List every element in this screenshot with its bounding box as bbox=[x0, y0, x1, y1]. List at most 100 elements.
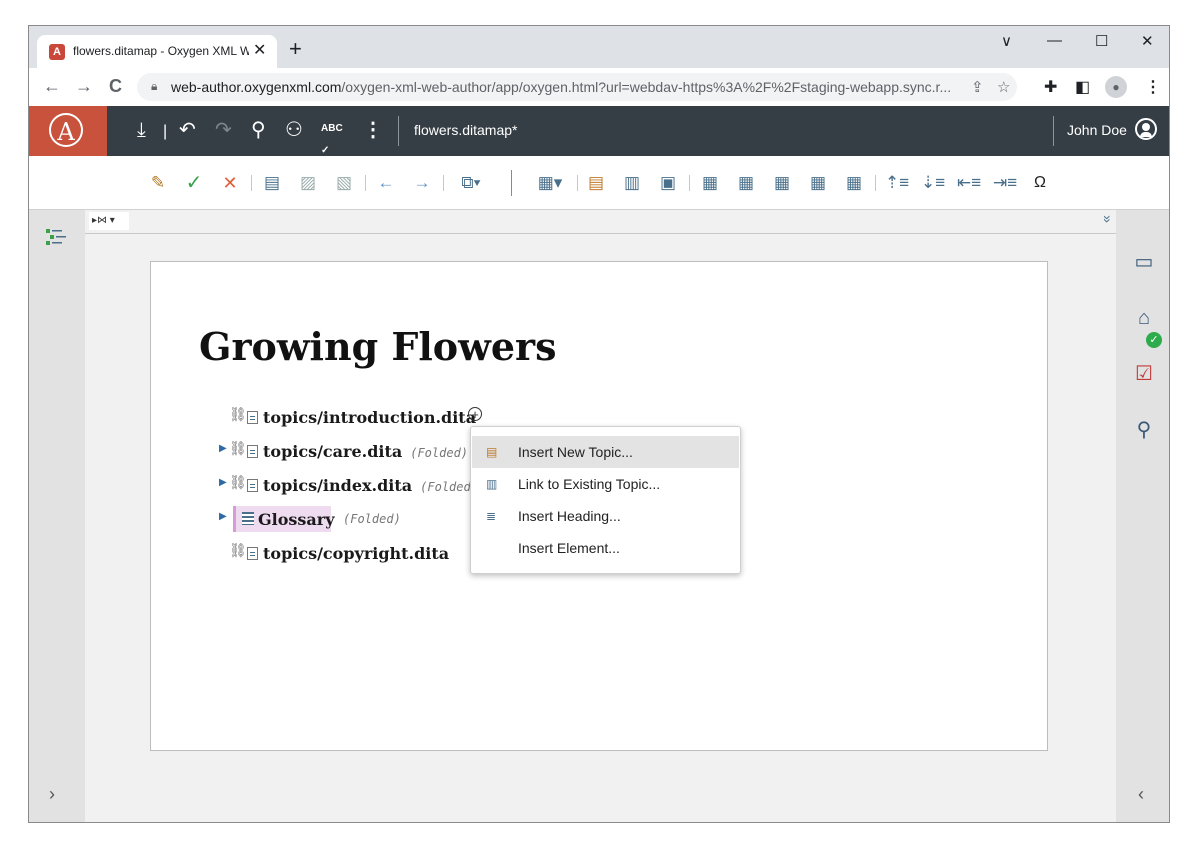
previous-change-icon[interactable]: ← bbox=[375, 172, 397, 194]
new-topic-icon[interactable]: ▤ bbox=[585, 172, 607, 194]
user-name[interactable]: John Doe bbox=[1067, 122, 1127, 138]
review-icon[interactable]: ⚇ bbox=[285, 119, 303, 141]
add-comment-icon[interactable]: ▤ bbox=[261, 172, 283, 194]
oxygen-logo[interactable]: A bbox=[29, 106, 107, 156]
glossary-heading[interactable]: Glossary bbox=[233, 506, 335, 532]
breadcrumb-item[interactable]: ▸⋈ ▾ bbox=[89, 212, 129, 230]
topic-icon bbox=[247, 479, 258, 492]
key-reference-icon[interactable]: ▣ bbox=[657, 172, 679, 194]
menu-item-label: Link to Existing Topic... bbox=[518, 476, 661, 492]
browser-tab[interactable]: A flowers.ditamap - Oxygen XML W ✕ bbox=[37, 35, 277, 68]
new-tab-button[interactable]: + bbox=[289, 38, 302, 60]
insert-context-menu: ▤ Insert New Topic... ▥ Link to Existing… bbox=[470, 426, 741, 574]
expand-left-panel-icon[interactable]: › bbox=[49, 784, 55, 805]
expand-triangle-icon[interactable]: ▶ bbox=[219, 477, 227, 488]
menu-item-insert-element[interactable]: Insert Element... bbox=[472, 532, 739, 564]
oxygen-favicon-icon: A bbox=[49, 44, 65, 60]
tab-search-icon[interactable]: ∨ bbox=[1001, 32, 1012, 50]
reload-button[interactable]: C bbox=[109, 76, 122, 96]
forward-button[interactable]: → bbox=[75, 76, 93, 96]
download-icon[interactable]: ⤓ bbox=[137, 119, 146, 141]
url-bar[interactable]: 🔒︎ web-author.oxygenxml.com/oxygen-xml-w… bbox=[137, 73, 1017, 101]
delete-column-icon[interactable]: ▦ bbox=[807, 172, 829, 194]
folded-label: (Folded) bbox=[410, 446, 469, 460]
left-side-panel: › bbox=[29, 210, 85, 822]
topicref-label: topics/copyright.dita bbox=[263, 544, 450, 563]
link-icon: ⛓︎ bbox=[229, 441, 247, 457]
link-icon: ⛓︎ bbox=[229, 475, 247, 491]
link-icon: ⛓︎ bbox=[229, 407, 247, 423]
insert-plus-icon[interactable]: + bbox=[468, 407, 482, 421]
insert-row-below-icon[interactable]: ▦ bbox=[735, 172, 757, 194]
toolbar-separator bbox=[443, 175, 444, 191]
lock-icon: 🔒︎ bbox=[151, 79, 158, 93]
minimize-button[interactable]: — bbox=[1047, 32, 1062, 49]
promote-icon[interactable]: ⇤≡ bbox=[957, 172, 981, 194]
toolbar-separator bbox=[365, 175, 366, 191]
tab-close-icon[interactable]: ✕ bbox=[253, 42, 266, 60]
edit-comment-icon[interactable]: ▨ bbox=[297, 172, 319, 194]
toolbar-separator bbox=[689, 175, 690, 191]
toolbar-separator bbox=[577, 175, 578, 191]
next-change-icon[interactable]: → bbox=[411, 172, 433, 194]
reject-change-icon[interactable]: ✕ bbox=[219, 172, 241, 194]
find-replace-icon[interactable]: ⚲ bbox=[1132, 418, 1156, 442]
maximize-button[interactable]: ☐ bbox=[1095, 32, 1108, 50]
browser-menu-icon[interactable]: ⋮ bbox=[1145, 77, 1161, 97]
insert-reference-dropdown-icon[interactable]: ▦▾ bbox=[533, 172, 567, 194]
side-panel-icon[interactable]: ◧ bbox=[1075, 77, 1090, 97]
map-title[interactable]: Growing Flowers bbox=[199, 324, 556, 369]
undo-icon[interactable]: ↶ bbox=[179, 119, 196, 141]
url-host: web-author.oxygenxml.com bbox=[171, 79, 342, 95]
track-changes-icon[interactable]: ✎ bbox=[147, 172, 169, 194]
menu-item-label: Insert Element... bbox=[518, 540, 620, 556]
move-up-icon[interactable]: ⇡≡ bbox=[885, 172, 909, 194]
insert-symbol-icon[interactable]: Ω bbox=[1029, 172, 1051, 194]
accept-change-icon[interactable]: ✓ bbox=[183, 172, 205, 194]
expand-triangle-icon[interactable]: ▶ bbox=[219, 511, 227, 522]
more-actions-icon[interactable]: ⋮ bbox=[363, 119, 383, 141]
breadcrumb: ▸⋈ ▾ » bbox=[85, 210, 1116, 234]
address-bar-row: ← → C 🔒︎ web-author.oxygenxml.com/oxygen… bbox=[29, 68, 1169, 106]
move-down-icon[interactable]: ⇣≡ bbox=[921, 172, 945, 194]
menu-item-insert-heading[interactable]: ≣ Insert Heading... bbox=[472, 500, 739, 532]
delete-row-icon[interactable]: ▦ bbox=[843, 172, 865, 194]
profile-avatar[interactable]: ● bbox=[1105, 76, 1127, 98]
back-button[interactable]: ← bbox=[43, 76, 61, 96]
url-text[interactable]: web-author.oxygenxml.com/oxygen-xml-web-… bbox=[171, 79, 961, 95]
user-separator bbox=[1053, 116, 1054, 146]
tab-strip: A flowers.ditamap - Oxygen XML W ✕ + ∨ —… bbox=[29, 26, 1169, 68]
remove-comment-icon[interactable]: ▧ bbox=[333, 172, 355, 194]
heading-icon: ≣ bbox=[486, 509, 497, 523]
topic-icon bbox=[247, 445, 258, 458]
oxygen-logo-icon: A bbox=[49, 113, 83, 147]
attributes-tag-icon[interactable]: ⌂ bbox=[1132, 306, 1156, 330]
topicref-label: topics/introduction.dita bbox=[263, 408, 477, 427]
share-icon[interactable]: ⇪ bbox=[971, 78, 984, 96]
insert-table-icon[interactable]: ▦ bbox=[699, 172, 721, 194]
extensions-icon[interactable]: ✚ bbox=[1044, 77, 1057, 97]
editor-toolbar: ✎ ✓ ✕ ▤ ▨ ▧ ← → ⧉▾ ▦▾ ▤ ▥ ▣ ▦ ▦ ▦ ▦ ▦ ⇡≡… bbox=[29, 156, 1169, 210]
toolbar-divider: | bbox=[163, 123, 168, 140]
close-window-button[interactable]: ✕ bbox=[1141, 32, 1154, 50]
paste-dropdown-icon[interactable]: ⧉▾ bbox=[453, 172, 489, 194]
demote-icon[interactable]: ⇥≡ bbox=[993, 172, 1017, 194]
menu-item-label: Insert New Topic... bbox=[518, 444, 633, 460]
validation-icon[interactable]: ☑ bbox=[1132, 362, 1156, 386]
app-header: A ⤓ | ↶ ↷ ⚲ ⚇ ABC ✓ ⋮ flowers.ditamap* Jo… bbox=[29, 106, 1169, 156]
bookmark-star-icon[interactable]: ☆ bbox=[997, 78, 1010, 96]
comments-icon[interactable]: ▭ bbox=[1132, 250, 1156, 274]
user-avatar-icon[interactable] bbox=[1135, 118, 1157, 140]
link-topic-icon[interactable]: ▥ bbox=[621, 172, 643, 194]
menu-item-insert-new-topic[interactable]: ▤ Insert New Topic... bbox=[472, 436, 739, 468]
menu-item-link-existing-topic[interactable]: ▥ Link to Existing Topic... bbox=[472, 468, 739, 500]
collapse-toolbar-icon[interactable]: » bbox=[1100, 215, 1116, 223]
search-icon[interactable]: ⚲ bbox=[251, 119, 266, 141]
insert-column-icon[interactable]: ▦ bbox=[771, 172, 793, 194]
topic-icon bbox=[247, 547, 258, 560]
topicref-label: topics/care.dita bbox=[263, 442, 403, 461]
redo-icon[interactable]: ↷ bbox=[215, 119, 232, 141]
collapse-right-panel-icon[interactable]: ‹ bbox=[1138, 784, 1144, 805]
expand-triangle-icon[interactable]: ▶ bbox=[219, 443, 227, 454]
outline-icon[interactable] bbox=[45, 226, 67, 248]
